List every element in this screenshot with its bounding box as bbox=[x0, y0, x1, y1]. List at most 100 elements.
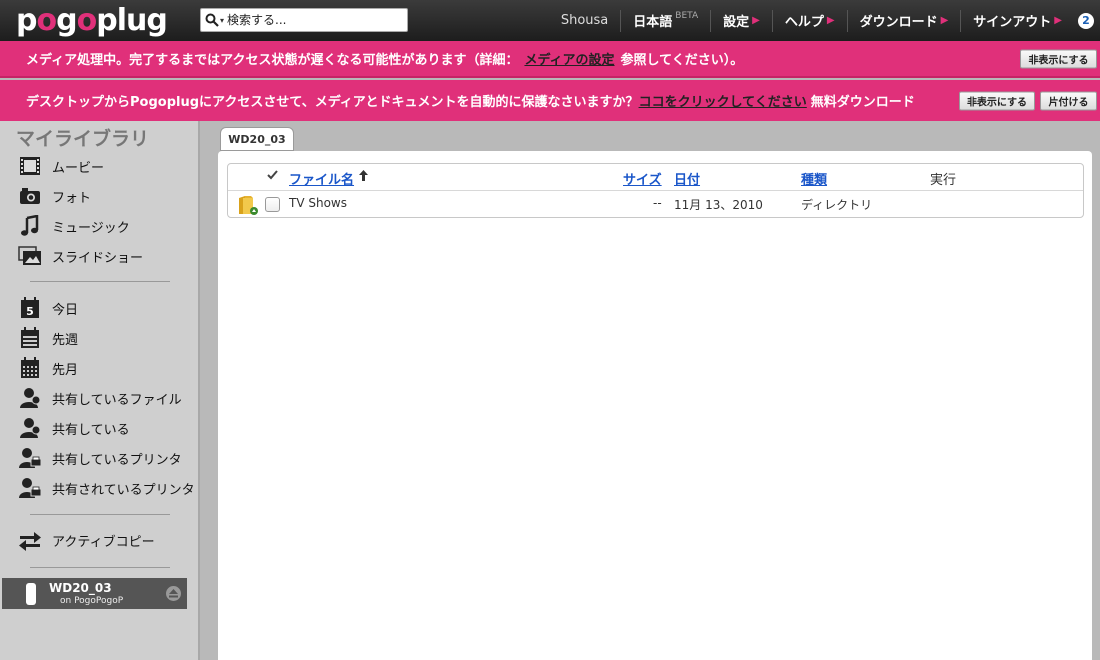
sidebar-item-shared-printers[interactable]: 共有されているプリンタ bbox=[18, 475, 195, 501]
column-name[interactable]: ファイル名 bbox=[289, 169, 354, 188]
table-header: ファイル名 サイズ 日付 種類 実行 bbox=[228, 164, 1083, 191]
film-icon bbox=[18, 154, 42, 178]
nav-user[interactable]: Shousa bbox=[549, 10, 620, 32]
nav-language[interactable]: 日本語 BETA bbox=[620, 9, 710, 32]
arrow-right-icon: ▶ bbox=[752, 15, 760, 26]
select-all-check-icon[interactable] bbox=[267, 169, 278, 184]
sidebar-item-label: 今日 bbox=[52, 302, 79, 318]
nav-help[interactable]: ヘルプ ▶ bbox=[771, 9, 847, 32]
library-title: マイライブラリ bbox=[16, 128, 150, 150]
sidebar-item-label: アクティブコピー bbox=[52, 534, 155, 550]
sidebar-item-sharing-printers[interactable]: 共有しているプリンタ bbox=[18, 445, 182, 471]
device-name: WD20_03 bbox=[49, 581, 112, 595]
media-processing-banner: メディア処理中。完了するまではアクセス状態が遅くなる可能性があります（詳細： メ… bbox=[0, 41, 1100, 78]
device-item[interactable]: WD20_03 on PogoPogoP bbox=[2, 578, 187, 609]
sidebar-item-label: フォト bbox=[52, 190, 92, 206]
top-bar: pogoplug ▾ Shousa 日本語BETA 設定▶ ヘルプ▶ ダウンロー… bbox=[0, 0, 1100, 41]
sidebar-item-label: ムービー bbox=[52, 160, 105, 176]
nav-signout-label: サインアウト bbox=[973, 15, 1052, 30]
file-size: -- bbox=[653, 196, 662, 210]
banner1-hide-button[interactable]: 非表示にする bbox=[1020, 49, 1097, 68]
user-share-icon bbox=[18, 386, 42, 410]
sidebar-item-last-week[interactable]: 先週 bbox=[18, 325, 78, 351]
arrow-right-icon: ▶ bbox=[826, 15, 835, 26]
sidebar-item-movies[interactable]: ムービー bbox=[18, 153, 104, 179]
device-subtitle: on PogoPogoP bbox=[60, 596, 124, 606]
banner2-text: デスクトップからPogoplugにアクセスさせて、メディアとドキュメントを自動的… bbox=[26, 95, 639, 110]
camera-icon bbox=[18, 184, 42, 208]
sidebar-divider bbox=[30, 281, 170, 282]
top-nav: Shousa 日本語 BETA 設定 ▶ ヘルプ ▶ ダウンロード ▶ サインアウト ▶ … bbox=[549, 0, 1100, 41]
pogoplug-logo[interactable]: pogoplug bbox=[16, 4, 168, 38]
main-content: WD20_03 ファイル名 サイズ 日付 種類 実行 TV Shows -- 1… bbox=[202, 121, 1100, 660]
tab-device[interactable]: WD20_03 bbox=[220, 127, 294, 151]
media-settings-link[interactable]: メディアの設定 bbox=[524, 49, 614, 68]
sidebar-item-music[interactable]: ミュージック bbox=[18, 213, 130, 239]
sidebar-item-sharing[interactable]: 共有している bbox=[18, 415, 130, 441]
banner2-dismiss-button[interactable]: 片付ける bbox=[1040, 91, 1097, 110]
user-printer-icon bbox=[18, 446, 42, 470]
sidebar-item-label: 先週 bbox=[52, 332, 79, 348]
search-box[interactable]: ▾ bbox=[200, 8, 408, 32]
nav-download[interactable]: ダウンロード ▶ bbox=[846, 9, 961, 32]
nav-user-label: Shousa bbox=[560, 13, 609, 28]
download-click-link[interactable]: ココをクリックしてください bbox=[639, 91, 807, 110]
sidebar-item-active-copy[interactable]: アクティブコピー bbox=[18, 527, 155, 553]
user-share-icon bbox=[18, 416, 42, 440]
search-icon bbox=[205, 13, 219, 27]
sidebar-item-label: ミュージック bbox=[52, 220, 130, 236]
user-printer-icon bbox=[18, 476, 42, 500]
nav-download-label: ダウンロード bbox=[859, 15, 938, 30]
nav-signout[interactable]: サインアウト ▶ bbox=[960, 9, 1074, 32]
calendar-day-icon: 5 bbox=[18, 296, 42, 320]
sort-up-icon[interactable] bbox=[359, 170, 368, 185]
row-checkbox[interactable] bbox=[265, 197, 280, 212]
sidebar-item-label: 共有しているプリンタ bbox=[52, 452, 182, 468]
sidebar-item-label: 先月 bbox=[52, 362, 79, 378]
beta-badge: BETA bbox=[675, 10, 699, 21]
search-input[interactable] bbox=[227, 13, 398, 27]
folder-icon bbox=[237, 194, 259, 219]
sidebar-item-label: スライドショー bbox=[52, 250, 144, 266]
sidebar-divider bbox=[30, 567, 170, 568]
file-type: ディレクトリ bbox=[801, 198, 873, 212]
column-action: 実行 bbox=[930, 173, 957, 188]
sidebar-item-today[interactable]: 5 今日 bbox=[18, 295, 78, 321]
help-badge-icon[interactable]: 2 bbox=[1078, 12, 1094, 29]
sidebar-item-last-month[interactable]: 先月 bbox=[18, 355, 78, 381]
banner2-hide-button[interactable]: 非表示にする bbox=[959, 91, 1035, 110]
sidebar-item-slideshow[interactable]: スライドショー bbox=[18, 243, 143, 269]
column-size[interactable]: サイズ bbox=[623, 169, 662, 188]
desktop-download-banner: デスクトップからPogoplugにアクセスさせて、メディアとドキュメントを自動的… bbox=[0, 80, 1100, 121]
arrows-swap-icon bbox=[18, 528, 42, 552]
eject-icon[interactable] bbox=[166, 586, 181, 601]
nav-settings[interactable]: 設定 ▶ bbox=[710, 9, 772, 32]
file-name[interactable]: TV Shows bbox=[289, 196, 347, 210]
sidebar-item-label: 共有されているプリンタ bbox=[52, 482, 195, 498]
calendar-month-icon bbox=[18, 356, 42, 380]
sidebar-item-shared-files[interactable]: 共有しているファイル bbox=[18, 385, 182, 411]
search-dropdown-caret-icon[interactable]: ▾ bbox=[220, 16, 224, 25]
file-date: 11月 13、2010 bbox=[674, 198, 763, 212]
column-date[interactable]: 日付 bbox=[674, 169, 700, 188]
sidebar-item-label: 共有しているファイル bbox=[52, 392, 182, 408]
sidebar: マイライブラリ ムービー フォト ミュージック スライドショー 5 今日 先週 … bbox=[0, 121, 200, 660]
slideshow-icon bbox=[18, 244, 42, 268]
sidebar-divider bbox=[30, 514, 170, 515]
banner1-suffix: 参照してください）。 bbox=[620, 53, 744, 68]
nav-help-label: ヘルプ bbox=[784, 15, 824, 30]
file-table: ファイル名 サイズ 日付 種類 実行 TV Shows -- 11月 13、20… bbox=[227, 163, 1084, 218]
file-panel: ファイル名 サイズ 日付 種類 実行 TV Shows -- 11月 13、20… bbox=[218, 151, 1092, 660]
nav-settings-label: 設定 bbox=[723, 15, 750, 30]
table-row[interactable]: TV Shows -- 11月 13、2010 ディレクトリ bbox=[228, 191, 1083, 218]
music-note-icon bbox=[18, 214, 42, 238]
banner1-text: メディア処理中。完了するまではアクセス状態が遅くなる可能性があります（詳細： bbox=[26, 53, 519, 68]
sidebar-item-photos[interactable]: フォト bbox=[18, 183, 91, 209]
arrow-right-icon: ▶ bbox=[940, 15, 949, 26]
banner2-suffix: 無料ダウンロード bbox=[810, 95, 915, 110]
calendar-week-icon bbox=[18, 326, 42, 350]
sidebar-item-label: 共有している bbox=[52, 422, 130, 438]
column-type[interactable]: 種類 bbox=[801, 169, 827, 188]
arrow-right-icon: ▶ bbox=[1054, 15, 1062, 26]
svg-text:5: 5 bbox=[26, 305, 34, 318]
